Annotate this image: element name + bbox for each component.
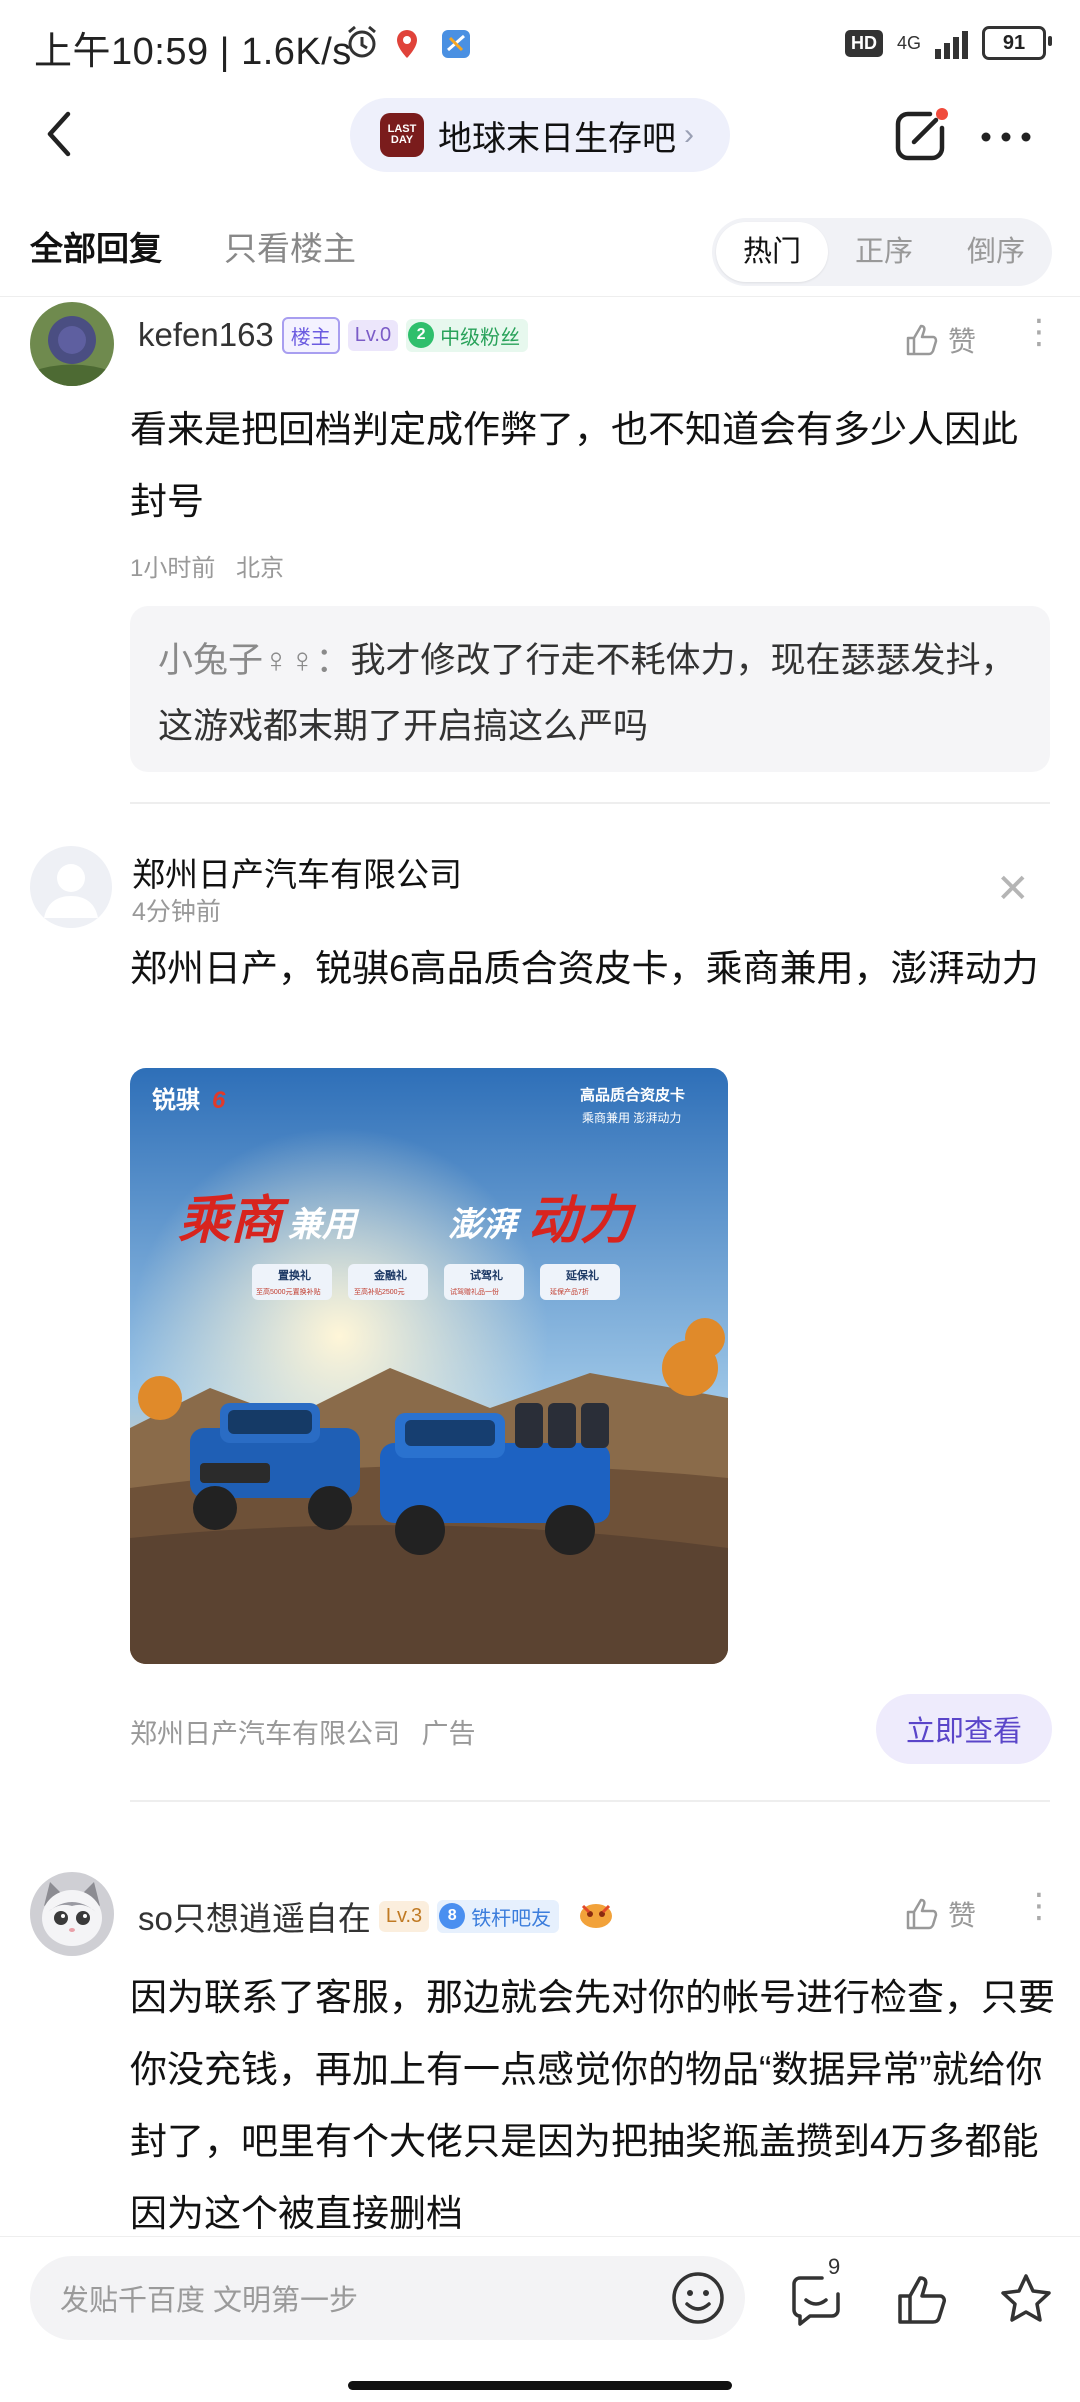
post2-user-row: so只想逍遥自在 Lv.3 8 铁杆吧友 [138, 1892, 615, 1940]
compose-icon [895, 108, 948, 161]
ad-headline-b: 兼用 [288, 1206, 360, 1244]
sort-ascending[interactable]: 正序 [828, 222, 940, 282]
app-notification-icon [440, 28, 472, 65]
reply-input[interactable]: 发贴千百度 文明第一步 [30, 2256, 745, 2340]
post1-user-row: kefen163 楼主 Lv.0 2 中级粉丝 [138, 316, 529, 354]
post-location: 北京 [236, 555, 285, 582]
tab-all-replies[interactable]: 全部回复 [30, 222, 162, 270]
level-badge: Lv.0 [347, 319, 399, 351]
view-now-button[interactable]: 立即查看 [876, 1694, 1052, 1764]
ad-chip-sub-4: 延保产品7折 [550, 1287, 589, 1296]
sub-reply[interactable]: 小兔子♀♀：我才修改了行走不耗体力，现在瑟瑟发抖，这游戏都末期了开启搞这么严吗 [130, 606, 1050, 772]
post-options-icon[interactable]: ⋮ [1022, 1889, 1056, 1923]
ad-text: 郑州日产，锐骐6高品质合资皮卡，乘商兼用，澎湃动力 [130, 948, 1039, 989]
thumbs-up-icon[interactable] [892, 2270, 952, 2330]
forum-pill[interactable]: LAST DAY 地球末日生存吧 › [350, 98, 730, 172]
owner-tag: 楼主 [281, 316, 340, 354]
back-button[interactable] [40, 104, 80, 164]
fan-badge: 8 铁杆吧友 [437, 1899, 560, 1933]
advertiser-avatar[interactable] [30, 846, 112, 928]
ad-label: 广告 [421, 1719, 476, 1749]
sort-descending[interactable]: 倒序 [940, 222, 1052, 282]
thumbs-up-icon [906, 324, 938, 356]
alarm-icon [344, 24, 380, 65]
divider [130, 1800, 1050, 1802]
fan-label: 铁杆吧友 [471, 1907, 552, 1930]
close-icon[interactable]: ✕ [996, 866, 1030, 912]
ad-chip-1: 置换礼 [278, 1268, 311, 1282]
edit-button[interactable] [890, 104, 952, 166]
divider [130, 802, 1050, 804]
like-button[interactable]: 赞 [904, 1894, 976, 1934]
home-indicator[interactable] [348, 2381, 732, 2390]
sort-hot[interactable]: 热门 [716, 222, 828, 282]
fan-level: 8 [439, 1903, 466, 1929]
ad-title[interactable]: 郑州日产汽车有限公司 [132, 848, 462, 896]
ad-time: 4分钟前 [132, 898, 221, 926]
thumbs-up-icon [906, 1898, 938, 1930]
chevron-right-icon: › [684, 118, 694, 151]
post-content: 因为联系了客服，那边就会先对你的帐号进行检查，只要你没充钱，再加上有一点感觉你的… [130, 1977, 1055, 2232]
level-badge: Lv.3 [378, 1900, 430, 1932]
more-button[interactable] [976, 112, 1036, 162]
ad-chip-sub-2: 至高补贴2500元 [354, 1287, 405, 1296]
like-button[interactable]: 赞 [904, 320, 976, 360]
avatar[interactable] [30, 302, 114, 386]
divider [0, 296, 1080, 297]
ad-tagline-sub: 乘商兼用 澎湃动力 [582, 1110, 681, 1125]
username[interactable]: so只想逍遥自在 [138, 1892, 371, 1940]
ad-chip-3: 试驾礼 [470, 1268, 503, 1282]
post-content: 看来是把回档判定成作弊了，也不知道会有多少人因此封号 [130, 409, 1018, 522]
ad-headline-a: 乘商 [178, 1192, 290, 1250]
like-label: 赞 [948, 326, 977, 357]
reply-count: 9 [828, 2254, 841, 2279]
status-icons: HD 4G 91 [844, 26, 1052, 60]
status-time: 上午10:59 | 1.6K/s [34, 31, 352, 73]
fan-label: 中级粉丝 [440, 326, 521, 349]
post-time: 1小时前 [130, 555, 216, 582]
ad-headline-d: 动力 [528, 1192, 637, 1250]
avatar[interactable] [30, 1872, 114, 1956]
ad-brand: 锐骐 [152, 1086, 200, 1114]
ad-chip-4: 延保礼 [565, 1268, 599, 1282]
tab-owner-only[interactable]: 只看楼主 [224, 222, 356, 270]
chevron-left-icon [47, 111, 71, 157]
post-options-icon[interactable]: ⋮ [1022, 315, 1056, 349]
ad-footer: 郑州日产汽车有限公司 广告 [130, 1712, 476, 1751]
ad-image[interactable]: 锐骐 6 高品质合资皮卡 乘商兼用 澎湃动力 乘商 兼用 澎湃 动力 置换礼 金… [130, 1068, 728, 1664]
advertiser-name: 郑州日产汽车有限公司 [130, 1719, 400, 1749]
ad-chip-2: 金融礼 [373, 1268, 407, 1282]
location-pin-icon [394, 28, 420, 65]
fan-badge: 2 中级粉丝 [406, 318, 529, 352]
sort-toggle: 热门 正序 倒序 [712, 218, 1052, 286]
like-label: 赞 [948, 1900, 977, 1931]
forum-name: 地球末日生存吧 [438, 119, 676, 158]
ad-tagline: 高品质合资皮卡 [580, 1086, 685, 1104]
fan-level: 2 [408, 322, 435, 348]
star-icon[interactable] [996, 2270, 1056, 2330]
more-dots-icon [981, 132, 1031, 142]
forum-logo: LAST DAY [380, 113, 424, 157]
decoration-icon [577, 1898, 615, 1935]
ad-chip-sub-3: 试驾赠礼品一份 [450, 1287, 499, 1296]
network-type: 4G [896, 33, 921, 53]
hd-badge: HD [844, 29, 883, 57]
ad-headline-c: 澎湃 [448, 1206, 522, 1244]
username[interactable]: kefen163 [138, 316, 274, 354]
signal-icon [935, 27, 968, 59]
ad-chip-sub-1: 至高5000元置换补贴 [256, 1287, 321, 1296]
battery-icon: 91 [982, 26, 1052, 60]
post-meta: 1小时前 北京 [130, 548, 284, 583]
ad-brand-number: 6 [212, 1087, 226, 1114]
emoji-icon[interactable] [670, 2270, 726, 2326]
reply-username[interactable]: 小兔子♀♀： [158, 641, 351, 680]
